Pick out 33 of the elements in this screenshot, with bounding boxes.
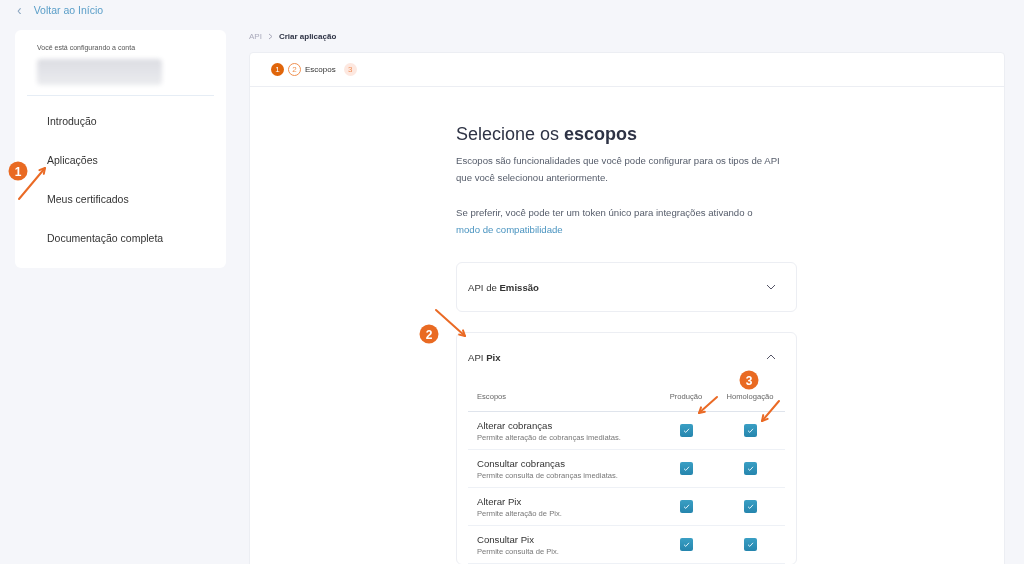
checkbox[interactable] bbox=[743, 500, 757, 513]
step-number: 1 bbox=[271, 63, 284, 76]
checkbox[interactable] bbox=[743, 462, 757, 475]
scope-name: Consultar cobranças bbox=[477, 457, 566, 469]
checkbox[interactable] bbox=[679, 500, 693, 513]
checkbox[interactable] bbox=[743, 424, 757, 437]
step-number: 2 bbox=[288, 63, 301, 76]
sidebar-item[interactable]: Meus certificados bbox=[27, 180, 214, 219]
step-number: 3 bbox=[343, 63, 357, 76]
chevron-down-icon[interactable] bbox=[766, 284, 776, 290]
annotation-badge: 1 bbox=[8, 161, 28, 181]
hint-text: Se preferir, você pode ter um token único para integrações ativando o modo de compatibilidade bbox=[456, 206, 754, 237]
sidebar-item[interactable]: Documentação completa bbox=[27, 219, 214, 258]
scope-name: Alterar Pix bbox=[477, 495, 523, 507]
checkbox[interactable] bbox=[679, 462, 693, 475]
checkbox[interactable] bbox=[743, 538, 757, 551]
accordion-title[interactable]: API Pix bbox=[468, 351, 501, 363]
sidebar-item[interactable]: Introdução bbox=[27, 102, 214, 141]
step-label: Escopos bbox=[305, 65, 336, 74]
annotation-arrow bbox=[761, 400, 780, 422]
compatibility-mode-link[interactable]: modo de compatibilidade bbox=[456, 224, 563, 235]
accordion-title[interactable]: API de Emissão bbox=[468, 281, 539, 293]
checkbox[interactable] bbox=[679, 424, 693, 437]
chevron-up-icon[interactable] bbox=[766, 354, 776, 360]
description-text: Escopos são funcionalidades que você pode configurar para os tipos de API que você selecionou anteriormente. bbox=[456, 154, 781, 185]
checkbox[interactable] bbox=[679, 538, 693, 551]
page-title: Selecione os escopos bbox=[456, 124, 639, 145]
sidebar-item[interactable]: Aplicações bbox=[27, 141, 214, 180]
breadcrumb-chevron-icon bbox=[267, 32, 273, 40]
scope-name: Alterar cobranças bbox=[477, 419, 554, 431]
breadcrumb-item: Criar aplicação bbox=[278, 31, 337, 41]
scope-name: Consultar Pix bbox=[477, 533, 536, 545]
annotation-arrow bbox=[435, 309, 466, 337]
